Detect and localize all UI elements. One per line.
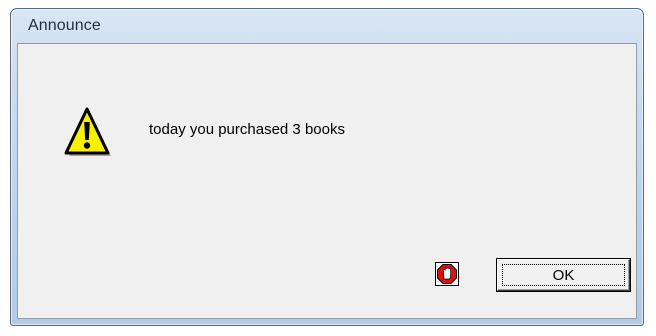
ok-button[interactable]: OK (497, 259, 630, 291)
warning-icon (59, 105, 117, 163)
stop-hand-icon[interactable] (435, 262, 459, 286)
window-title: Announce (28, 17, 101, 34)
dialog-window: Announce today you purchased 3 books OK (10, 8, 644, 326)
dialog-body: today you purchased 3 books OK (17, 43, 637, 319)
message-text: today you purchased 3 books (149, 121, 345, 138)
ok-button-label: OK (502, 264, 625, 286)
title-bar[interactable]: Announce (11, 9, 643, 43)
